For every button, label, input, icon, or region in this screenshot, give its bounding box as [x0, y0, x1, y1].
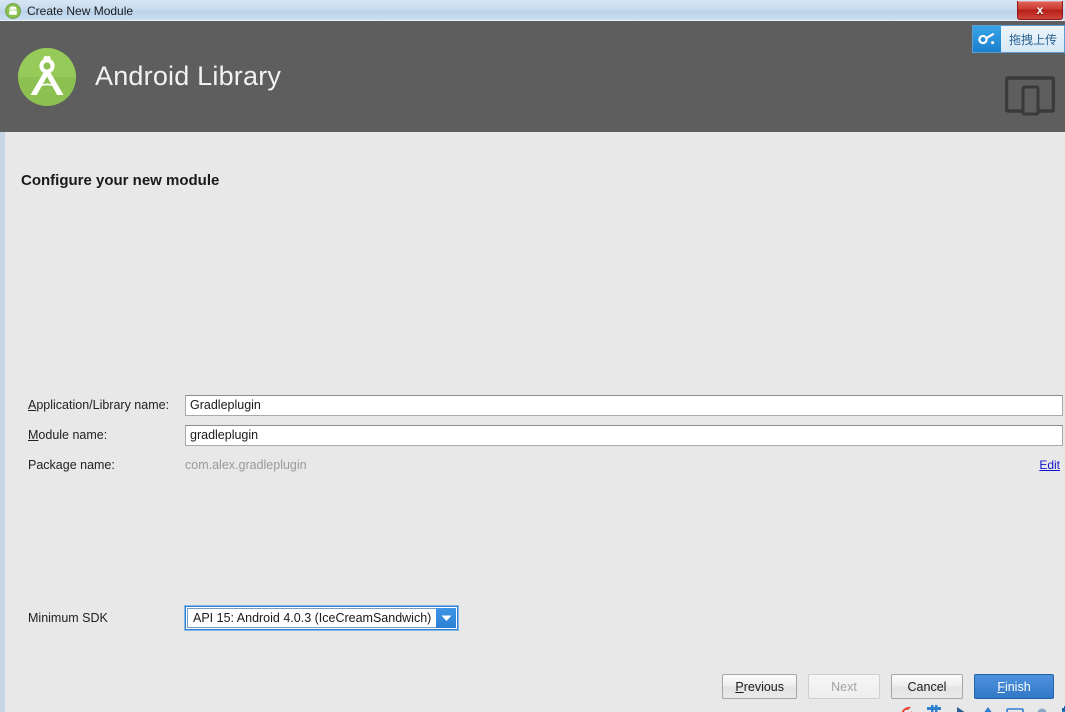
form-row-module-name: Module name: gradleplugin: [28, 424, 1063, 446]
form-row-min-sdk: Minimum SDK API 15: Android 4.0.3 (IceCr…: [28, 605, 1063, 631]
finish-button-mnemonic: F: [997, 679, 1005, 694]
finish-button[interactable]: Finish: [974, 674, 1054, 699]
cancel-button[interactable]: Cancel: [891, 674, 963, 699]
create-new-module-dialog: Create New Module x Android Library Conf…: [0, 0, 1065, 712]
drag-upload-badge[interactable]: 拖拽上传: [971, 25, 1065, 53]
android-robot-icon: [5, 2, 21, 19]
page-title: Configure your new module: [21, 172, 220, 189]
wizard-footer: Previous Next Cancel Finish: [5, 674, 1065, 699]
form-row-package-name: Package name: com.alex.gradleplugin Edit: [28, 454, 1063, 476]
module-name-label-rest: odule name:: [38, 428, 108, 442]
wizard-content: Configure your new module Application/Li…: [5, 132, 1065, 712]
dialog-title-label: Create New Module: [27, 3, 134, 18]
chevron-down-icon[interactable]: [436, 608, 456, 628]
app-name-input[interactable]: Gradleplugin: [185, 394, 1063, 416]
dialog-body: Android Library Configure your new modul…: [0, 21, 1065, 712]
previous-button-label: revious: [743, 679, 784, 694]
package-name-label: Package name:: [28, 458, 115, 472]
finish-button-label: inish: [1004, 679, 1031, 694]
close-button-label: x: [1036, 3, 1044, 17]
package-name-value: com.alex.gradleplugin: [185, 458, 307, 472]
next-button-label: Next: [831, 679, 857, 694]
drag-upload-label: 拖拽上传: [1000, 26, 1064, 52]
dialog-titlebar[interactable]: Create New Module x: [0, 0, 1065, 21]
tablet-phone-device-icon: [1004, 76, 1056, 119]
min-sdk-selected-value: API 15: Android 4.0.3 (IceCreamSandwich): [187, 608, 436, 628]
next-button[interactable]: Next: [808, 674, 880, 699]
android-studio-logo-icon: [17, 47, 77, 107]
wizard-title: Android Library: [95, 61, 282, 91]
min-sdk-dropdown[interactable]: API 15: Android 4.0.3 (IceCreamSandwich): [185, 606, 458, 630]
wizard-header: Android Library: [0, 21, 1065, 132]
previous-button-mnemonic: P: [735, 679, 744, 694]
app-name-label-rest: pplication/Library name:: [36, 398, 170, 412]
package-edit-link[interactable]: Edit: [1039, 458, 1060, 472]
module-name-mnemonic: M: [28, 428, 39, 442]
app-name-label: Application/Library name:: [28, 398, 185, 412]
link-key-icon: [972, 26, 1001, 52]
cancel-button-label: Cancel: [907, 679, 947, 694]
module-name-label: Module name:: [28, 428, 185, 442]
module-name-input[interactable]: gradleplugin: [185, 424, 1063, 446]
min-sdk-label: Minimum SDK: [28, 611, 108, 625]
form-row-app-name: Application/Library name: Gradleplugin: [28, 394, 1063, 416]
close-icon[interactable]: x: [1017, 1, 1063, 20]
previous-button[interactable]: Previous: [722, 674, 797, 699]
